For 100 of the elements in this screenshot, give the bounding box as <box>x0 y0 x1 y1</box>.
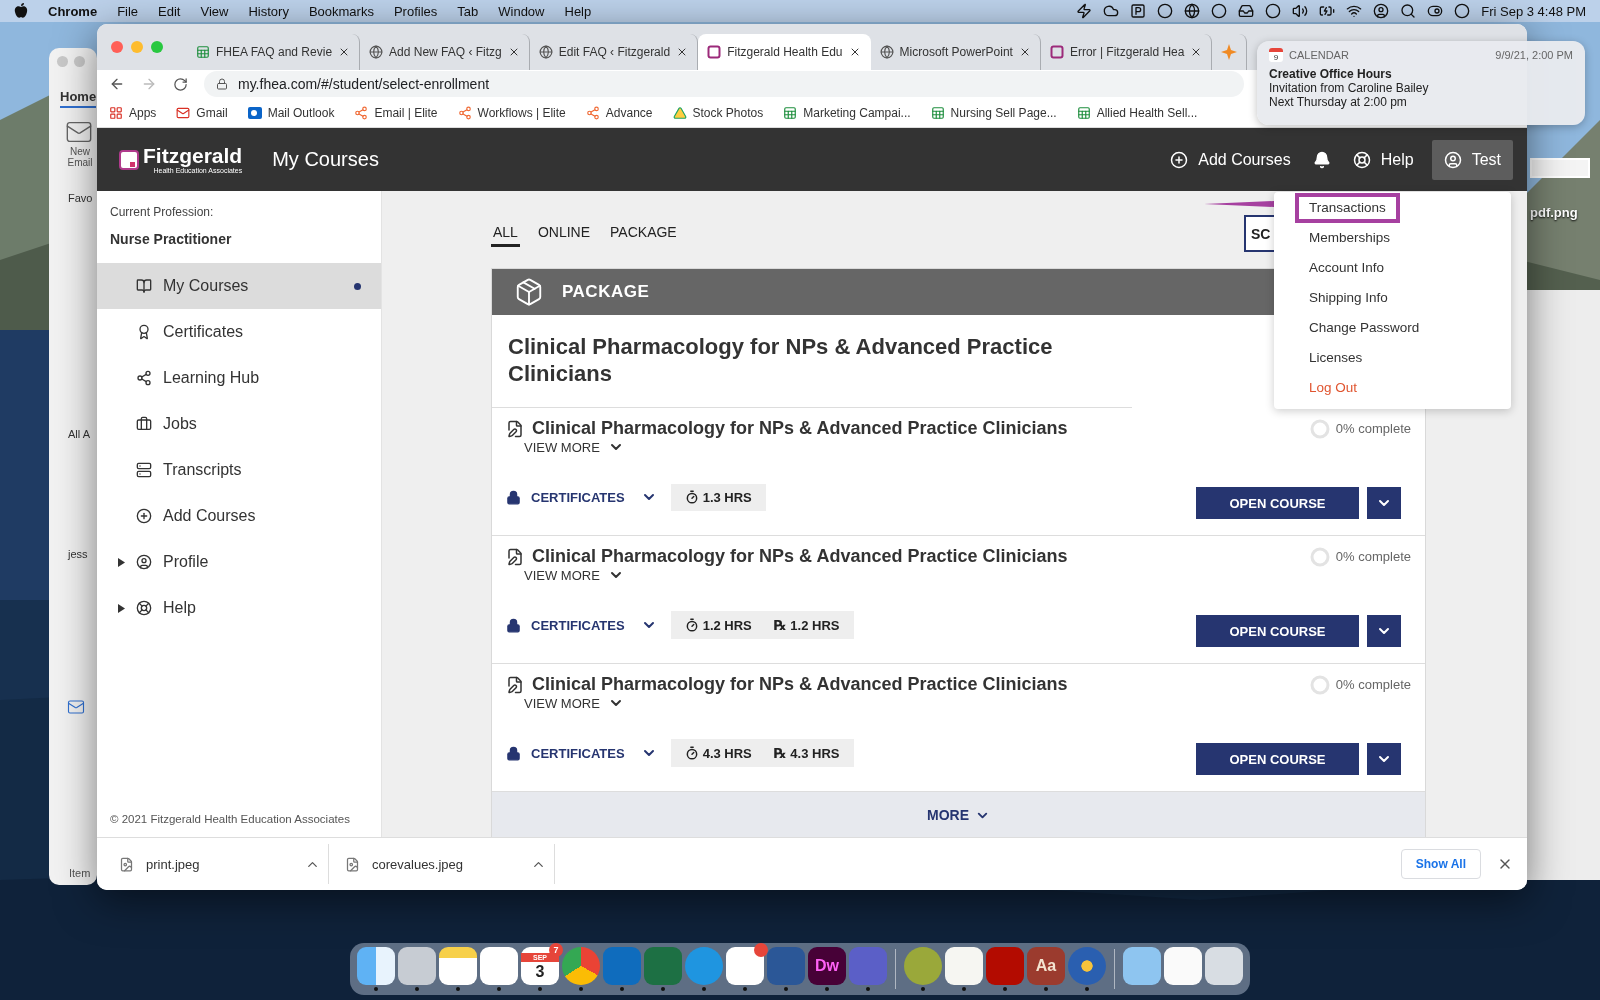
browser-tab[interactable]: FHEA FAQ and Revie <box>187 34 361 70</box>
wifi-icon[interactable] <box>1346 3 1363 19</box>
dock-app-icon[interactable] <box>480 947 518 985</box>
dropdown-button[interactable] <box>1367 487 1401 519</box>
dock-app-icon[interactable] <box>1164 947 1202 985</box>
bookmark[interactable]: Nursing Sell Page... <box>930 105 1057 120</box>
bookmark[interactable]: Stock Photos <box>672 105 764 120</box>
volume-icon[interactable] <box>1292 3 1309 19</box>
back-icon[interactable] <box>109 76 125 92</box>
bookmark[interactable]: Email | Elite <box>354 105 438 120</box>
circle-icon[interactable] <box>1265 3 1282 19</box>
show-all-button[interactable]: Show All <box>1400 849 1481 879</box>
download-item[interactable]: corevalues.jpeg <box>337 844 555 884</box>
menu-item[interactable]: History <box>248 3 289 19</box>
file-thumbnail[interactable] <box>1530 158 1590 178</box>
filter-tab[interactable]: ALL <box>491 220 520 247</box>
certificates-button[interactable]: CERTIFICATES <box>531 489 657 505</box>
view-more-button[interactable]: VIEW MORE <box>524 439 624 455</box>
circle-icon[interactable] <box>1454 3 1471 19</box>
folder-group[interactable]: jess <box>68 548 88 560</box>
dock-app-icon[interactable] <box>439 947 477 985</box>
bookmark[interactable]: Apps <box>109 105 157 120</box>
open-course-button[interactable]: OPEN COURSE <box>1196 615 1359 647</box>
filter-tab[interactable]: ONLINE <box>535 220 593 247</box>
folder-group[interactable]: Favo <box>68 192 93 204</box>
caret-icon[interactable] <box>117 603 125 613</box>
certificates-button[interactable]: CERTIFICATES <box>531 617 657 633</box>
view-more-button[interactable]: VIEW MORE <box>524 567 624 583</box>
folder-group[interactable]: All A <box>68 428 90 440</box>
sidebar-item[interactable]: Profile <box>97 539 381 585</box>
apple-icon[interactable] <box>14 3 28 19</box>
menu-item[interactable]: Change Password <box>1299 313 1430 343</box>
view-more-button[interactable]: VIEW MORE <box>524 695 624 711</box>
dropdown-button[interactable] <box>1367 743 1401 775</box>
file-label[interactable]: pdf.png <box>1530 205 1578 220</box>
sidebar-item[interactable]: Certificates <box>97 309 381 355</box>
open-course-button[interactable]: OPEN COURSE <box>1196 743 1359 775</box>
certificates-button[interactable]: CERTIFICATES <box>531 745 657 761</box>
menu-item[interactable]: Profiles <box>393 3 438 19</box>
dock-app-icon[interactable] <box>398 947 436 985</box>
battery-icon[interactable] <box>1319 3 1336 19</box>
bookmark[interactable]: Marketing Campai... <box>783 105 911 120</box>
user-icon[interactable] <box>1373 3 1390 19</box>
reload-icon[interactable] <box>173 76 188 92</box>
menu-item[interactable]: Transactions <box>1295 193 1400 223</box>
browser-tab[interactable]: Add New FAQ ‹ Fitzg <box>360 34 530 70</box>
dock-app-icon[interactable] <box>357 947 395 985</box>
bookmark[interactable]: Allied Health Sell... <box>1076 105 1198 120</box>
menu-item[interactable]: Account Info <box>1299 253 1395 283</box>
bookmark[interactable]: Advance <box>585 105 653 120</box>
circle-icon[interactable] <box>1211 3 1228 19</box>
lightning-icon[interactable] <box>1076 3 1093 19</box>
header-button[interactable]: Help <box>1348 139 1418 180</box>
search-icon[interactable] <box>1400 3 1417 19</box>
menu-item[interactable]: Shipping Info <box>1299 283 1398 313</box>
menu-item[interactable]: Licenses <box>1299 343 1373 373</box>
browser-tab[interactable]: Fitzgerald Health Edu <box>698 34 871 70</box>
menu-item[interactable]: Help <box>564 3 592 19</box>
menu-item[interactable]: Log Out <box>1299 373 1368 403</box>
dock-app-icon[interactable] <box>945 947 983 985</box>
globe-icon[interactable] <box>1184 3 1201 19</box>
circle-icon[interactable] <box>1157 3 1174 19</box>
dock-app-icon[interactable] <box>1123 947 1161 985</box>
menu-item[interactable]: View <box>200 3 229 19</box>
menu-item[interactable]: Tab <box>457 3 479 19</box>
toggle-icon[interactable] <box>1427 3 1444 19</box>
menu-item[interactable]: Bookmarks <box>308 3 374 19</box>
sidebar-item[interactable]: My Courses <box>97 263 381 309</box>
sidebar-item[interactable]: Learning Hub <box>97 355 381 401</box>
parking-icon[interactable] <box>1130 3 1147 19</box>
tray-icon[interactable] <box>1238 3 1255 19</box>
header-button[interactable]: Add Courses <box>1166 139 1295 180</box>
cloud-icon[interactable] <box>1103 3 1120 19</box>
address-field[interactable]: my.fhea.com/#/student/select-enrollment <box>204 71 1244 97</box>
sidebar-item[interactable]: Transcripts <box>97 447 381 493</box>
menu-item[interactable]: Window <box>498 3 545 19</box>
envelope-icon[interactable] <box>67 697 85 716</box>
browser-tab[interactable]: Error | Fitzgerald Hea <box>1040 34 1213 70</box>
menu-item[interactable]: Memberships <box>1299 223 1401 253</box>
menu-app-name[interactable]: Chrome <box>48 3 98 19</box>
dock-app-icon[interactable]: Aa <box>1027 947 1065 985</box>
menu-item[interactable]: File <box>117 3 139 19</box>
open-course-button[interactable]: OPEN COURSE <box>1196 487 1359 519</box>
sidebar-item[interactable]: Help <box>97 585 381 631</box>
bookmark[interactable]: Workflows | Elite <box>457 105 566 120</box>
dropdown-button[interactable] <box>1367 615 1401 647</box>
dock-app-icon[interactable] <box>1205 947 1243 985</box>
download-item[interactable]: print.jpeg <box>111 844 329 884</box>
dock-app-icon[interactable]: Dw <box>808 947 846 985</box>
header-button[interactable]: Test <box>1431 139 1513 180</box>
bookmark[interactable]: Mail Outlook <box>247 105 335 120</box>
more-button[interactable]: MORE <box>492 792 1425 837</box>
sidebar-item[interactable]: Jobs <box>97 401 381 447</box>
caret-icon[interactable] <box>117 557 125 567</box>
bookmark[interactable]: Gmail <box>176 105 228 120</box>
menu-item[interactable]: Edit <box>158 3 181 19</box>
browser-tab[interactable]: Microsoft PowerPoint <box>870 34 1041 70</box>
sidebar-item[interactable]: Add Courses <box>97 493 381 539</box>
logo-icon[interactable] <box>119 148 139 171</box>
filter-tab[interactable]: PACKAGE <box>608 220 679 247</box>
